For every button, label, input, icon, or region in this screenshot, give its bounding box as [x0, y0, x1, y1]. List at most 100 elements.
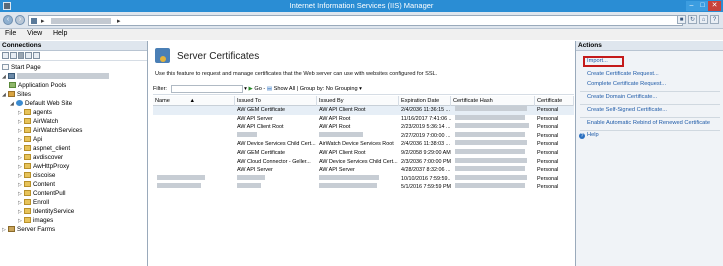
tree-item-start-page[interactable]: Start Page [2, 63, 41, 72]
connect-icon[interactable] [33, 52, 40, 59]
stop-icon[interactable]: ■ [677, 15, 686, 24]
tree-item-folder[interactable]: ▷ Content [18, 180, 55, 189]
tree-item-default-web-site[interactable]: ◢ Default Web Site [10, 99, 72, 108]
refresh-icon[interactable]: ↻ [688, 15, 697, 24]
maximize-button[interactable]: □ [697, 1, 708, 11]
toolbar-separator [18, 52, 24, 59]
cell-issued-by: AW API Client Root [319, 107, 366, 113]
tree-item-folder[interactable]: ▷ AirWatch [18, 117, 58, 126]
cell-issued-by: AW API Server [319, 167, 355, 174]
tree-item-server[interactable]: ◢ [2, 72, 109, 81]
farm-icon [8, 226, 15, 232]
go-button[interactable]: Go [254, 86, 261, 92]
action-create-certificate-request[interactable]: Create Certificate Request... [587, 71, 659, 77]
filter-bar: Filter: ▾ ▶ Go - ▤ Show All | Group by: … [153, 84, 574, 95]
table-row[interactable]: AW API Client Root AW API Root 2/23/2019… [153, 123, 574, 132]
table-row[interactable]: AW API Server AW API Root 11/16/2017 7:4… [153, 114, 574, 124]
cell-issued-by-redacted [317, 131, 399, 141]
filter-input[interactable] [170, 84, 243, 93]
action-help[interactable]: Help [587, 132, 599, 138]
folder-icon [24, 127, 31, 133]
table-row[interactable]: AW Device Services Child Cert... AirWatc… [153, 140, 574, 149]
group-by-select[interactable]: No Grouping [326, 86, 358, 92]
menu-file[interactable]: File [5, 30, 16, 37]
cell-issued-to-redacted [235, 183, 317, 192]
address-field[interactable]: ▸ ▸ [28, 15, 683, 26]
action-create-domain-certificate[interactable]: Create Domain Certificate... [587, 94, 657, 100]
minimize-button[interactable]: – [686, 1, 697, 11]
table-row[interactable]: AW API Server AW API Server 4/28/2037 8:… [153, 166, 574, 175]
help-icon[interactable]: ? [710, 15, 719, 24]
tree-item-folder[interactable]: ▷ Enroll [18, 198, 49, 207]
folder-icon [24, 118, 31, 124]
tree-item-server-farms[interactable]: ▷ Server Farms [2, 225, 55, 234]
up-icon[interactable] [25, 52, 32, 59]
column-header-issued-to[interactable]: Issued To [235, 96, 317, 106]
table-row[interactable]: 10/10/2016 7:59:59... Personal [153, 174, 574, 184]
column-header-certificate-store[interactable]: Certificate [535, 96, 574, 106]
cell-store: Personal [537, 115, 559, 122]
action-import[interactable]: Import... [587, 58, 608, 64]
save-icon[interactable] [10, 52, 17, 59]
tree-item-folder[interactable]: ▷ IdentityService [18, 207, 74, 216]
action-create-self-signed-certificate[interactable]: Create Self-Signed Certificate... [587, 107, 667, 113]
actions-panel: Actions Import... Create Certificate Req… [575, 41, 723, 266]
sites-icon [8, 91, 15, 97]
filter-dropdown-icon[interactable]: ▾ [244, 86, 247, 92]
breadcrumb-separator-icon: ▸ [41, 18, 45, 25]
server-icon [8, 73, 15, 79]
address-bar: ‹ › ▸ ▸ ■ ↻ ⌂? [0, 12, 723, 29]
forward-button[interactable]: › [15, 15, 25, 25]
tree-item-sites[interactable]: ◢ Sites [2, 90, 31, 99]
table-header: Name ▲ Issued To Issued By Expiration Da… [153, 96, 574, 106]
cell-issued-by-redacted [317, 183, 399, 192]
table-row[interactable]: AW Cloud Connector - Geller... AW Device… [153, 157, 574, 167]
create-connection-icon[interactable] [2, 52, 9, 59]
tree-item-folder[interactable]: ▷ AwHttpProxy [18, 162, 69, 171]
column-header-certificate-hash[interactable]: Certificate Hash [451, 96, 535, 106]
folder-icon [24, 217, 31, 223]
menu-help[interactable]: Help [53, 30, 67, 37]
tree-item-folder[interactable]: ▷ ciscoise [18, 171, 55, 180]
table-row[interactable]: AW GEM Certificate AW API Client Root 9/… [153, 148, 574, 158]
group-by-dropdown-icon[interactable]: ▾ [359, 86, 362, 92]
table-row[interactable]: 5/1/2016 7:59:59 PM Personal [153, 183, 574, 192]
show-all-button[interactable]: Show All [274, 86, 295, 92]
column-header-issued-by[interactable]: Issued By [317, 96, 399, 106]
home-icon[interactable]: ⌂ [699, 15, 708, 24]
cell-issued-to: AW Cloud Connector - Geller... [237, 158, 311, 165]
menu-view[interactable]: View [27, 30, 42, 37]
action-enable-automatic-rebind[interactable]: Enable Automatic Rebind of Renewed Certi… [587, 120, 710, 126]
folder-icon [24, 208, 31, 214]
back-button[interactable]: ‹ [3, 15, 13, 25]
tree-item-folder[interactable]: ▷ images [18, 216, 53, 225]
tree-item-folder[interactable]: ▷ aspnet_client [18, 144, 70, 153]
tree-item-folder[interactable]: ▷ avdiscover [18, 153, 63, 162]
server-icon [31, 18, 37, 24]
cell-store: Personal [537, 124, 559, 131]
folder-icon [24, 109, 31, 115]
cell-store: Personal [537, 149, 559, 156]
tree-item-folder[interactable]: ▷ ContentPull [18, 189, 66, 198]
address-tools: ■ ↻ ⌂? [675, 15, 719, 26]
tree-item-folder[interactable]: ▷ agents [18, 108, 52, 117]
cell-store: Personal [537, 158, 559, 165]
folder-icon [24, 136, 31, 142]
table-row[interactable]: 2/27/2019 7:00:00 ... Personal [153, 131, 574, 141]
tree-item-folder[interactable]: ▷ Api [18, 135, 42, 144]
cell-expiration: 11/16/2017 7:41:06 ... [401, 115, 451, 122]
column-header-expiration-date[interactable]: Expiration Date [399, 96, 451, 106]
tree-item-folder[interactable]: ▷ AirWatchServices [18, 126, 82, 135]
close-button[interactable]: ✕ [708, 1, 721, 11]
cell-issued-by: AW Device Services Child Cert... [319, 158, 398, 165]
go-icon: ▶ [248, 86, 253, 92]
cell-expiration: 2/27/2019 7:00:00 ... [401, 132, 451, 139]
folder-icon [24, 172, 31, 178]
certificates-table: Name ▲ Issued To Issued By Expiration Da… [153, 96, 574, 192]
table-row[interactable]: AW GEM Certificate AW API Client Root 2/… [153, 106, 574, 115]
column-header-name[interactable]: Name ▲ [153, 96, 235, 106]
cell-hash-redacted [453, 131, 533, 141]
tree-item-application-pools[interactable]: Application Pools [9, 81, 66, 90]
action-complete-certificate-request[interactable]: Complete Certificate Request... [587, 81, 666, 87]
cell-issued-to: AW GEM Certificate [237, 149, 286, 156]
